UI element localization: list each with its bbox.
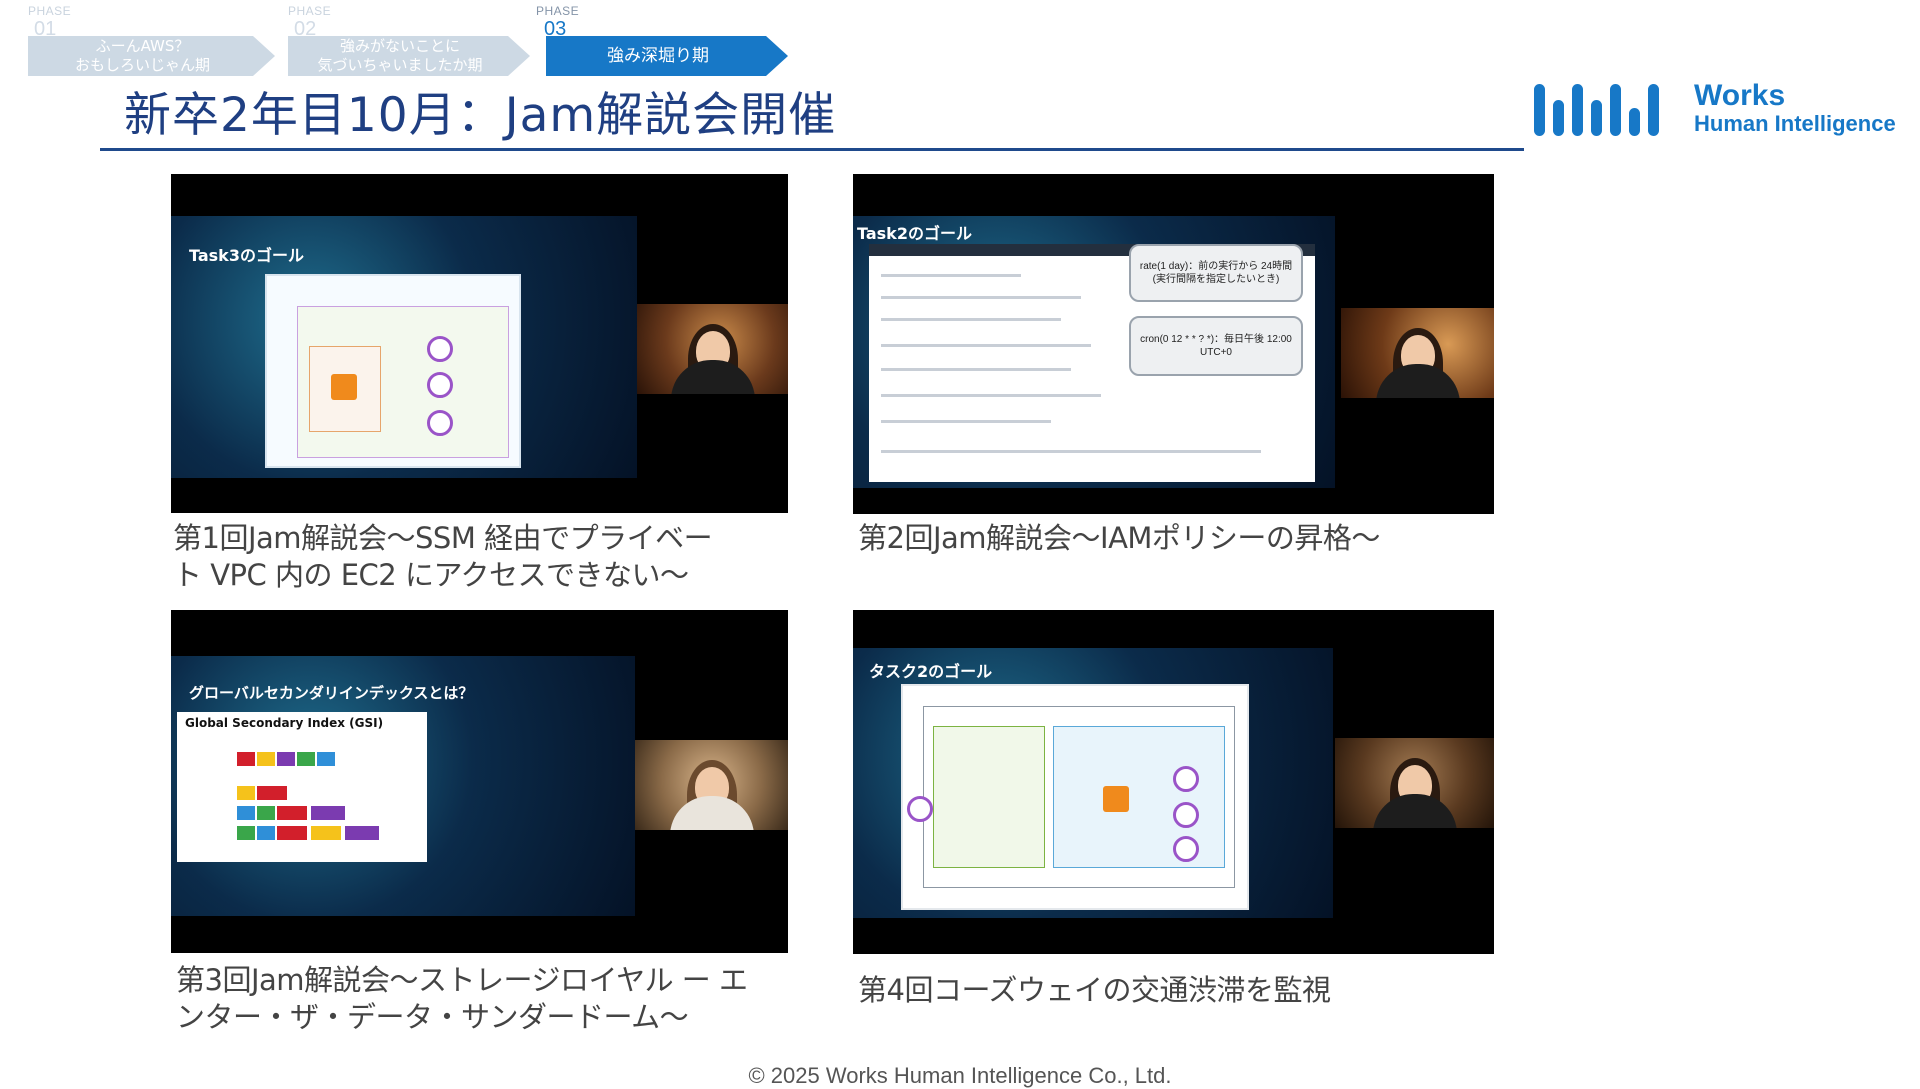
phase-label: PHASE (288, 4, 332, 18)
table-cell (277, 806, 307, 820)
form-line (881, 318, 1061, 321)
table-cell (257, 752, 275, 766)
endpoint-icon (427, 336, 453, 362)
session-1-slide: Task3のゴール (171, 216, 637, 478)
session-2-caption: 第2回Jam解説会〜IAMポリシーの昇格〜 (858, 520, 1498, 557)
session-3-screenshot: グローバルセカンダリインデックスとは？ Global Secondary Ind… (171, 610, 788, 953)
gateway-icon (907, 796, 933, 822)
form-line (881, 274, 1021, 277)
table-cell (311, 806, 345, 820)
form-line (881, 368, 1071, 371)
form-line (881, 344, 1091, 347)
table-cell (317, 752, 335, 766)
session-4-slide: タスク2のゴール (853, 648, 1333, 918)
slide-title: グローバルセカンダリインデックスとは？ (189, 684, 474, 702)
endpoint-icon (427, 410, 453, 436)
phase-text-line1: 強みがないことに (339, 37, 460, 55)
slide-title: Task3のゴール (189, 246, 304, 265)
session-1-screenshot: Task3のゴール (171, 174, 788, 513)
session-3-caption: 第3回Jam解説会〜ストレージロイヤル ー エ ンター・ザ・データ・サンダードー… (176, 962, 796, 1036)
table-cell (311, 826, 341, 840)
phase-arrow: ふーんAWS？ おもしろいじゃん期 (28, 36, 275, 76)
logo-wordmark: Works Human Intelligence (1694, 80, 1896, 136)
phase-text-line1: ふーんAWS？ (95, 37, 190, 55)
caption-line1: 第3回Jam解説会〜ストレージロイヤル ー エ (176, 963, 748, 997)
phase-progress: PHASE 01 ふーんAWS？ おもしろいじゃん期 PHASE 02 強みがな… (0, 0, 800, 80)
subnet-box (933, 726, 1045, 868)
logo-line2: Human Intelligence (1694, 111, 1896, 136)
company-logo: Works Human Intelligence (1534, 80, 1904, 136)
callout-line1: rate(1 day)：前の実行から 24時間 (1139, 261, 1293, 272)
rate-callout: rate(1 day)：前の実行から 24時間 (実行間隔を指定したいとき) (1129, 244, 1303, 302)
table-cell (277, 752, 295, 766)
table-cell (297, 752, 315, 766)
table-cell (237, 806, 255, 820)
copyright-footer: © 2025 Works Human Intelligence Co., Ltd… (748, 1063, 1172, 1088)
table-cell (257, 806, 275, 820)
phase-text-line2: おもしろいじゃん期 (74, 56, 210, 74)
caption-line2: ト VPC 内の EC2 にアクセスできない〜 (173, 558, 689, 592)
architecture-diagram (901, 684, 1249, 910)
ec2-icon (1103, 786, 1129, 812)
session-2-slide: Task2のゴール rate(1 day)：前の実行から 24時間 (実行間隔を… (853, 216, 1335, 488)
presenter-video (637, 304, 788, 394)
gsi-panel: Global Secondary Index (GSI) (177, 712, 427, 862)
phase-label: PHASE (28, 4, 72, 18)
session-2-screenshot: Task2のゴール rate(1 day)：前の実行から 24時間 (実行間隔を… (853, 174, 1494, 514)
callout-line1: cron(0 12 * * ? *)：毎日午後 12:00 (1140, 334, 1292, 345)
table-cell (345, 826, 379, 840)
endpoint-icon (1173, 766, 1199, 792)
phase-arrow-current: 強み深堀り期 (546, 36, 788, 76)
presenter-body (1372, 794, 1457, 828)
table-cell (277, 826, 307, 840)
form-line (881, 394, 1101, 397)
presenter-body (669, 796, 754, 830)
phase-text-line1: 強み深堀り期 (607, 45, 709, 66)
form-line (881, 420, 1051, 423)
session-4-caption: 第4回コーズウェイの交通渋滞を監視 (858, 972, 1498, 1009)
gsi-panel-title: Global Secondary Index (GSI) (185, 716, 384, 730)
phase-label: PHASE (536, 4, 580, 18)
form-line (881, 450, 1261, 453)
cron-callout: cron(0 12 * * ? *)：毎日午後 12:00 UTC+0 (1129, 316, 1303, 376)
table-cell (237, 786, 255, 800)
callout-line2: (実行間隔を指定したいとき) (1152, 274, 1280, 285)
logo-line1: Works (1694, 79, 1786, 112)
table-cell (257, 786, 287, 800)
presenter-body (670, 360, 755, 394)
page-title: 新卒2年目10月：Jam解説会開催 (124, 88, 837, 143)
ec2-icon (331, 374, 357, 400)
table-cell (237, 752, 255, 766)
caption-line1: 第1回Jam解説会〜SSM 経由でプライベー (173, 521, 713, 555)
phase-text-line2: 気づいちゃいましたか期 (317, 56, 483, 74)
session-1-caption: 第1回Jam解説会〜SSM 経由でプライベー ト VPC 内の EC2 にアクセ… (173, 520, 793, 594)
subnet-box (1053, 726, 1225, 868)
endpoint-icon (427, 372, 453, 398)
title-divider (100, 148, 1524, 151)
phase-arrow: 強みがないことに 気づいちゃいましたか期 (288, 36, 530, 76)
table-cell (257, 826, 275, 840)
callout-line2: UTC+0 (1200, 347, 1232, 358)
caption-line2: ンター・ザ・データ・サンダードーム〜 (176, 1000, 689, 1034)
form-line (881, 296, 1081, 299)
session-3-slide: グローバルセカンダリインデックスとは？ Global Secondary Ind… (171, 656, 635, 916)
slide-title: Task2のゴール (857, 224, 972, 243)
caption-line1: 第4回コーズウェイの交通渋滞を監視 (858, 973, 1331, 1007)
slide-title: タスク2のゴール (869, 662, 993, 681)
presenter-video (1335, 738, 1494, 828)
architecture-diagram (265, 274, 521, 468)
endpoint-icon (1173, 836, 1199, 862)
presenter-video (1341, 308, 1494, 398)
presenter-video (635, 740, 788, 830)
caption-line1: 第2回Jam解説会〜IAMポリシーの昇格〜 (858, 521, 1380, 555)
logo-mark-icon (1534, 80, 1684, 136)
endpoint-icon (1173, 802, 1199, 828)
presenter-body (1375, 364, 1460, 398)
table-cell (237, 826, 255, 840)
session-4-screenshot: タスク2のゴール (853, 610, 1494, 954)
